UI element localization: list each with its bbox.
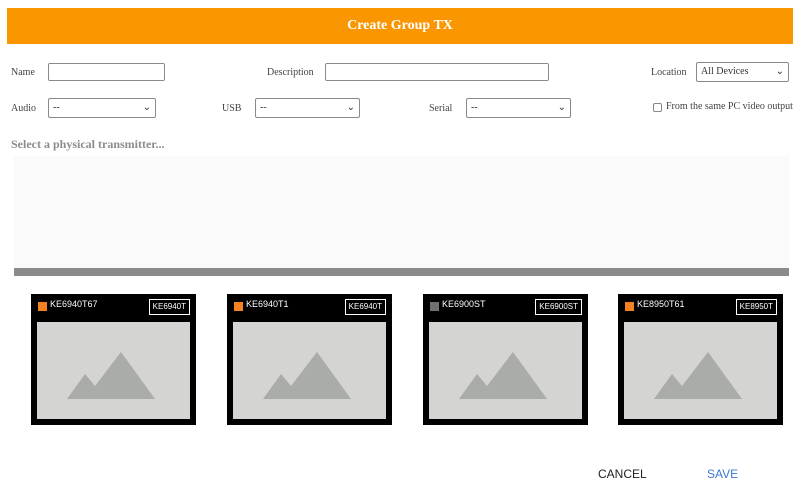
divider <box>14 268 789 276</box>
chevron-down-icon: ⌄ <box>557 102 566 113</box>
location-label: Location <box>651 67 687 78</box>
card-header: KE8950T61 KE8950T <box>618 294 783 318</box>
serial-label: Serial <box>429 103 453 114</box>
image-placeholder-icon <box>624 322 777 419</box>
device-name: KE8950T61 <box>637 299 685 309</box>
chevron-down-icon: ⌄ <box>775 66 784 77</box>
usb-select[interactable]: -- ⌄ <box>255 98 360 118</box>
chevron-down-icon: ⌄ <box>142 102 151 113</box>
same-pc-checkbox[interactable] <box>653 103 662 112</box>
save-button[interactable]: SAVE <box>707 467 738 481</box>
device-name: KE6940T67 <box>50 299 98 309</box>
cancel-button[interactable]: CANCEL <box>598 467 647 481</box>
status-indicator <box>430 302 439 311</box>
dialog-title: Create Group TX <box>7 8 793 44</box>
model-badge: KE8950T <box>735 299 777 315</box>
status-indicator <box>625 302 634 311</box>
chevron-down-icon: ⌄ <box>346 102 355 113</box>
model-badge: KE6940T <box>148 299 190 315</box>
group-preview-area <box>14 156 789 268</box>
status-indicator <box>38 302 47 311</box>
device-name: KE6940T1 <box>246 299 289 309</box>
serial-value: -- <box>471 102 478 113</box>
image-placeholder-icon <box>429 322 582 419</box>
audio-value: -- <box>53 102 60 113</box>
device-card[interactable]: KE6940T67 KE6940T <box>31 294 196 425</box>
description-input[interactable] <box>325 63 549 81</box>
name-label: Name <box>11 67 35 78</box>
select-transmitter-hint: Select a physical transmitter... <box>11 137 165 151</box>
status-indicator <box>234 302 243 311</box>
description-label: Description <box>267 67 314 78</box>
device-card[interactable]: KE6940T1 KE6940T <box>227 294 392 425</box>
card-header: KE6940T1 KE6940T <box>227 294 392 318</box>
location-select[interactable]: All Devices ⌄ <box>696 62 789 82</box>
usb-value: -- <box>260 102 267 113</box>
device-name: KE6900ST <box>442 299 486 309</box>
card-header: KE6940T67 KE6940T <box>31 294 196 318</box>
audio-select[interactable]: -- ⌄ <box>48 98 156 118</box>
device-card[interactable]: KE6900ST KE6900ST <box>423 294 588 425</box>
device-card[interactable]: KE8950T61 KE8950T <box>618 294 783 425</box>
model-badge: KE6900ST <box>535 299 582 315</box>
serial-select[interactable]: -- ⌄ <box>466 98 571 118</box>
same-pc-label: From the same PC video output <box>666 101 793 112</box>
image-placeholder-icon <box>37 322 190 419</box>
usb-label: USB <box>222 103 242 114</box>
card-header: KE6900ST KE6900ST <box>423 294 588 318</box>
location-value: All Devices <box>701 66 749 77</box>
model-badge: KE6940T <box>344 299 386 315</box>
name-input[interactable] <box>48 63 165 81</box>
audio-label: Audio <box>11 103 36 114</box>
image-placeholder-icon <box>233 322 386 419</box>
